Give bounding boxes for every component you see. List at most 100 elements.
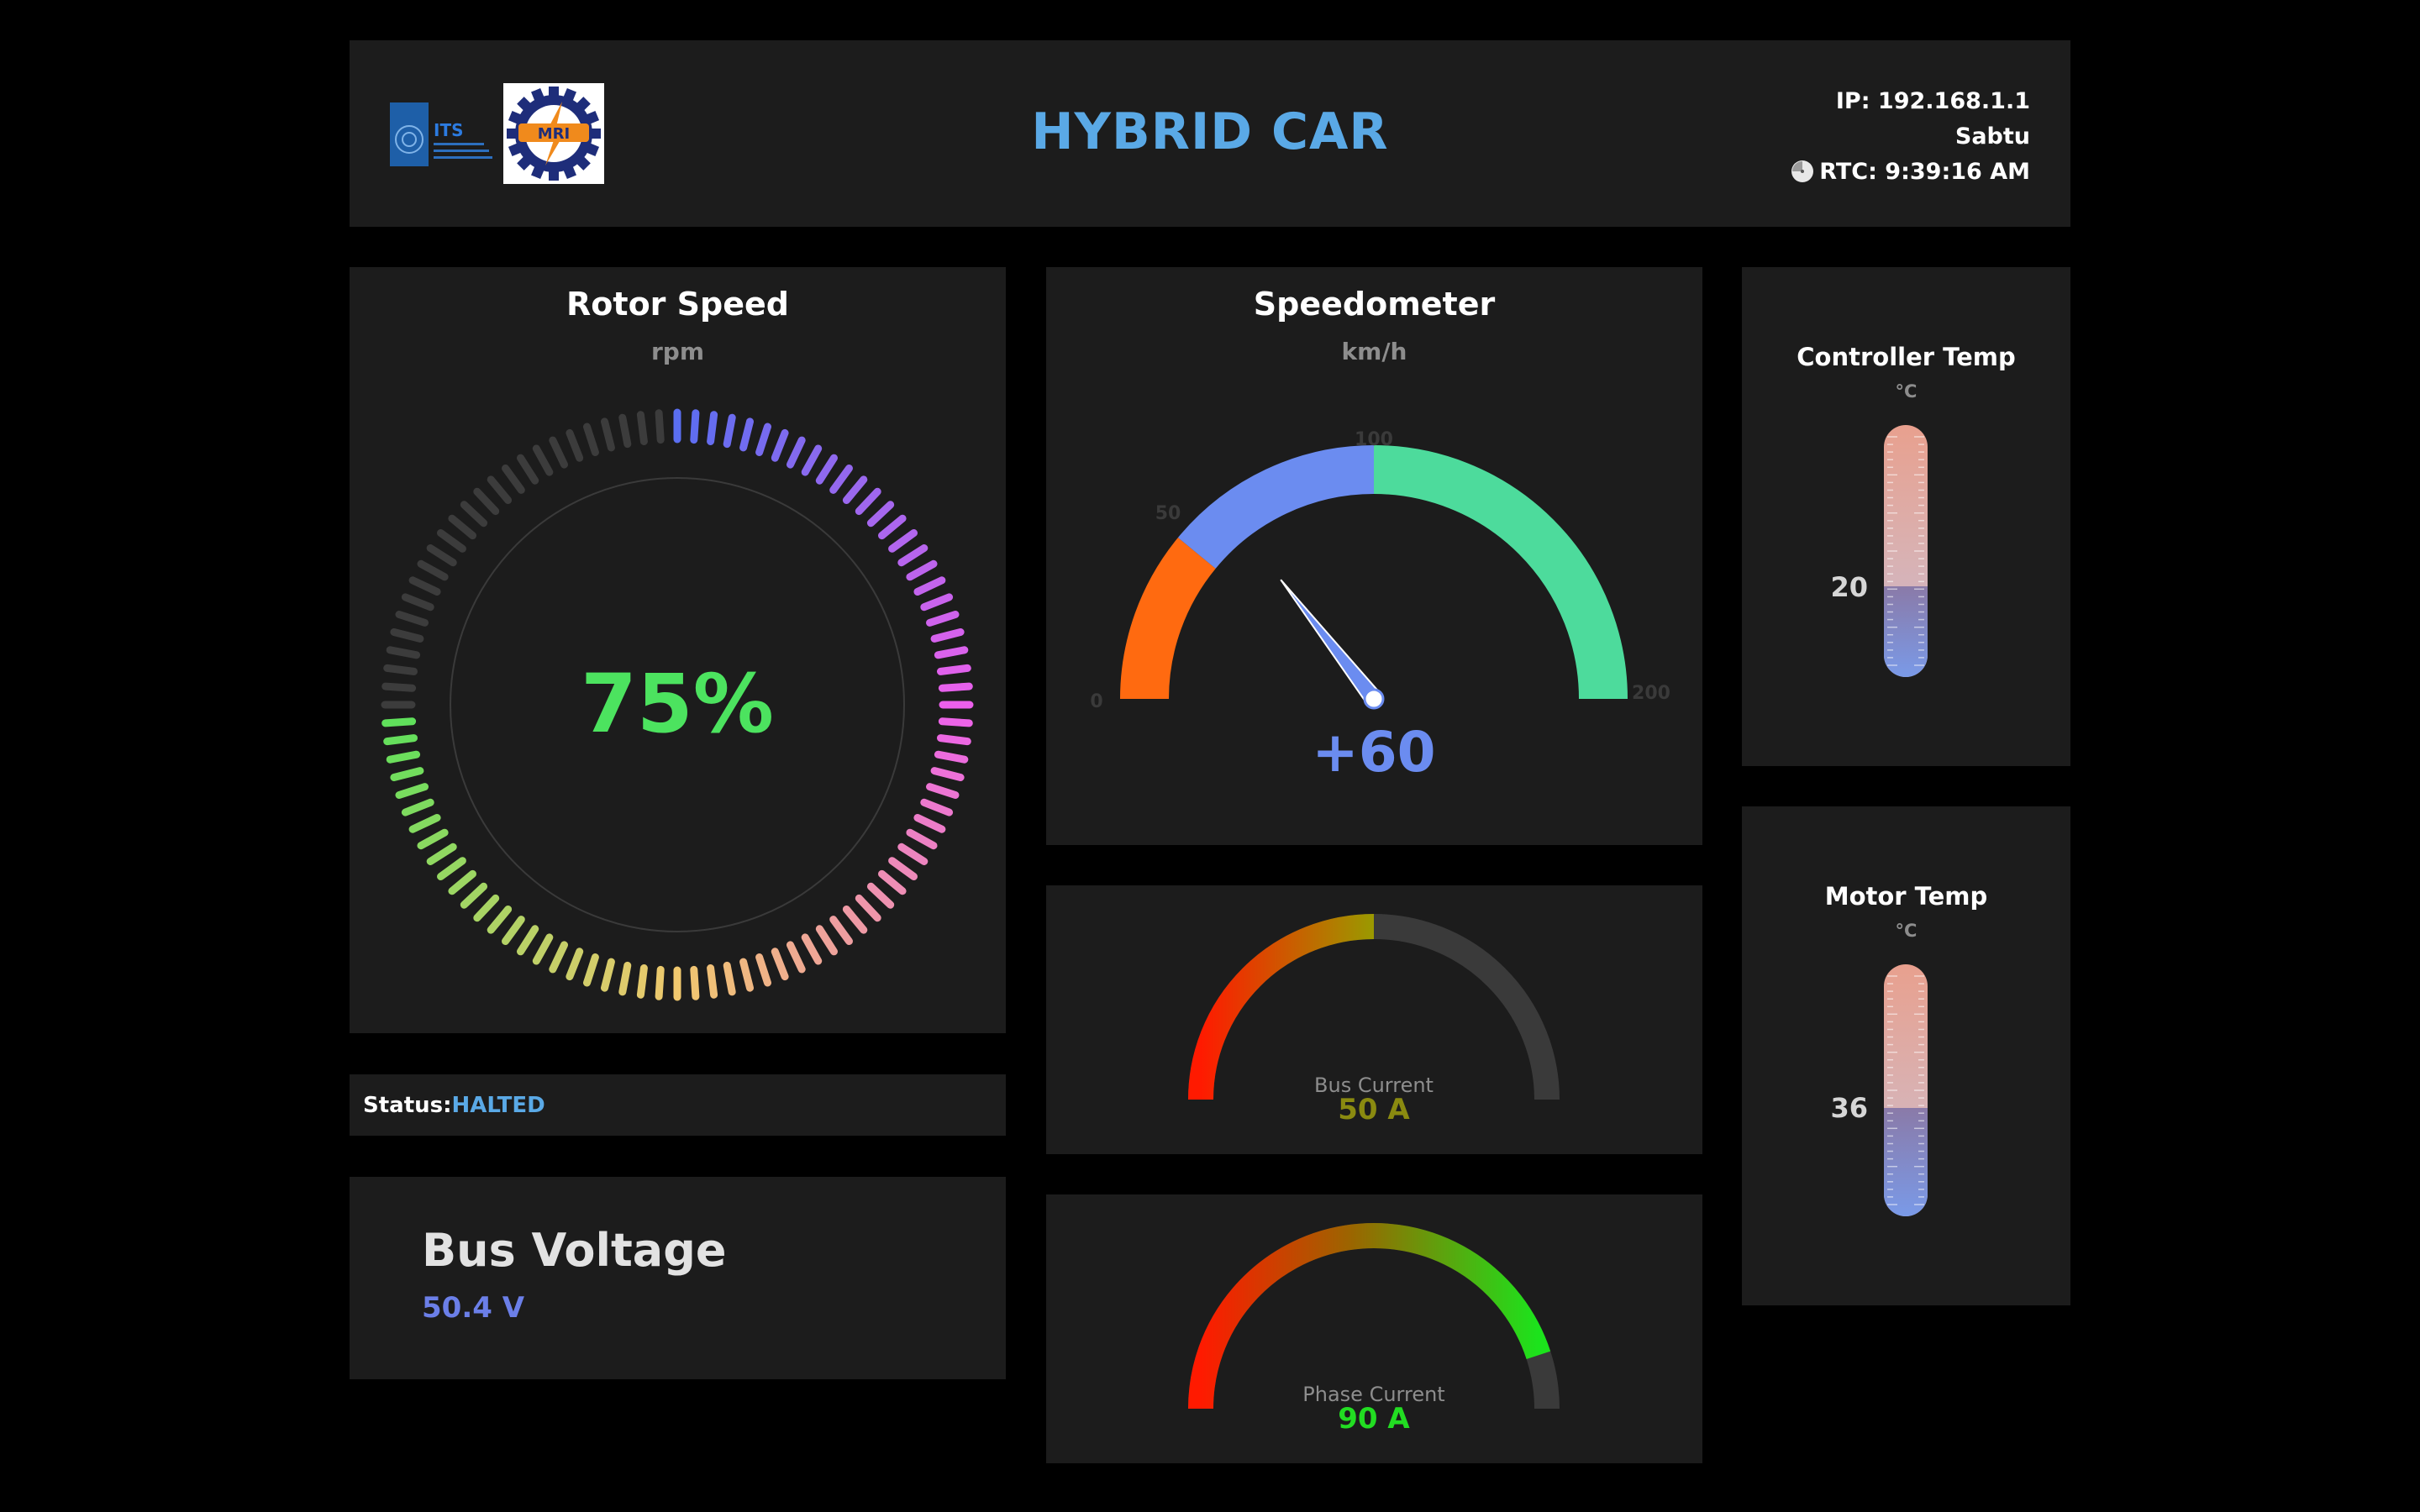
controller-temp-card: Controller Temp °C 20: [1742, 267, 2070, 766]
rotor-tick: [771, 428, 789, 462]
rotor-tick: [583, 423, 599, 456]
rotor-tick: [920, 593, 954, 612]
rotor-tick: [655, 409, 665, 444]
rotor-tick: [878, 869, 907, 895]
rtc-row: RTC: 9:39:16 AM: [1791, 155, 2030, 190]
rotor-tick: [801, 933, 823, 965]
rotor-tick: [913, 814, 946, 833]
rotor-tick: [383, 734, 418, 746]
rotor-tick: [888, 529, 918, 553]
rotor-tick: [426, 544, 457, 567]
rotor-tick: [655, 965, 665, 1000]
rotor-tick: [448, 514, 476, 540]
rotor-tick: [888, 857, 918, 880]
rotor-tick: [938, 717, 973, 727]
rotor-tick: [460, 882, 488, 909]
rotor-tick: [566, 428, 584, 462]
rotor-tick: [930, 628, 965, 643]
rotor-tick: [417, 828, 449, 850]
rotor-tick: [408, 576, 441, 596]
speedometer-arc-low: [1120, 537, 1217, 700]
bus-voltage-card: Bus Voltage 50.4 V: [350, 1177, 1006, 1379]
rotor-tick: [473, 487, 500, 516]
rotor-tick: [755, 953, 771, 987]
rotor-tick: [829, 916, 853, 945]
rotor-tick: [855, 894, 881, 922]
phase-current-gauge: Phase Current 90 A: [1188, 1223, 1560, 1436]
rotor-tick: [913, 576, 946, 596]
controller-thermometer: 20: [1830, 425, 1928, 677]
rotor-tick: [707, 411, 718, 445]
speedometer-tick-100: 100: [1355, 429, 1393, 450]
rotor-tick: [723, 961, 736, 996]
rotor-tick: [786, 941, 806, 974]
rotor-tick: [930, 767, 965, 781]
rotor-tick: [739, 417, 754, 452]
rotor-tick: [866, 882, 895, 909]
speedometer-arc-high: [1373, 445, 1628, 700]
speedometer-arc-mid: [1177, 445, 1375, 570]
speedometer-gauge: 0 50 100 200 +60: [1090, 429, 1670, 785]
speedometer-needle: [1280, 579, 1382, 706]
bus-voltage-value: 50.4 V: [422, 1291, 525, 1325]
motor-thermometer: 36: [1830, 964, 1928, 1216]
rotor-tick: [549, 941, 568, 974]
rotor-tick: [815, 454, 838, 485]
rotor-tick: [636, 411, 648, 445]
motor-temp-card: Motor Temp °C 36: [1742, 806, 2070, 1305]
rotor-tick: [502, 916, 525, 945]
speedometer-tick-0: 0: [1090, 691, 1102, 712]
bus-current-gauge: Bus Current 50 A: [1188, 914, 1560, 1126]
rotor-tick: [390, 767, 424, 781]
rotor-tick: [926, 783, 960, 799]
rotor-tick: [408, 814, 441, 833]
rotor-tick: [386, 750, 421, 764]
rotor-tick: [934, 750, 969, 764]
rotor-tick: [707, 964, 718, 999]
rotor-tick: [755, 423, 771, 456]
rotor-tick: [906, 559, 938, 581]
motor-temp-value: 36: [1830, 1092, 1868, 1124]
rotor-tick: [618, 413, 632, 449]
phase-current-card: Phase Current 90 A: [1046, 1194, 1702, 1463]
rotor-tick: [938, 682, 973, 692]
rotor-tick: [739, 958, 754, 992]
rotor-tick: [583, 953, 599, 987]
rotor-tick: [460, 501, 488, 528]
header-info: IP: 192.168.1.1 Sabtu RTC: 9:39:16 AM: [1791, 84, 2030, 190]
rotor-tick: [937, 664, 971, 675]
rotor-tick: [502, 465, 525, 494]
rotor-tick: [437, 529, 466, 553]
rotor-tick: [842, 906, 868, 934]
rotor-tick: [532, 933, 554, 965]
phase-current-value: 90 A: [1338, 1402, 1410, 1436]
status-bar: Status:HALTED: [350, 1074, 1006, 1136]
rotor-tick: [395, 783, 429, 799]
rotor-tick: [636, 964, 648, 999]
rotor-tick: [897, 843, 929, 865]
rotor-speed-value: 75%: [581, 657, 774, 751]
speedometer-tick-50: 50: [1155, 503, 1181, 524]
rotor-tick: [383, 664, 418, 675]
rotor-tick: [618, 961, 632, 996]
motor-temp-level: [1884, 1108, 1928, 1216]
bus-current-card: Bus Current 50 A: [1046, 885, 1702, 1154]
rotor-tick: [517, 454, 539, 485]
rotor-tick: [532, 444, 554, 476]
bus-voltage-title: Bus Voltage: [422, 1224, 727, 1277]
ip-address: IP: 192.168.1.1: [1835, 88, 2030, 114]
rotor-tick: [381, 717, 417, 727]
rotor-speed-gauge: 75%: [381, 408, 974, 1001]
rotor-tick: [473, 894, 500, 922]
rotor-tick: [786, 436, 806, 469]
rotor-tick: [771, 948, 789, 981]
rotor-tick: [926, 611, 960, 627]
speedometer-value: +60: [1312, 720, 1435, 785]
rotor-tick: [601, 417, 615, 452]
bus-current-value: 50 A: [1338, 1093, 1410, 1126]
rotor-tick: [401, 593, 434, 612]
rotor-tick: [390, 628, 424, 643]
rotor-tick: [866, 501, 895, 528]
rotor-tick: [487, 475, 513, 504]
rotor-tick: [855, 487, 881, 516]
